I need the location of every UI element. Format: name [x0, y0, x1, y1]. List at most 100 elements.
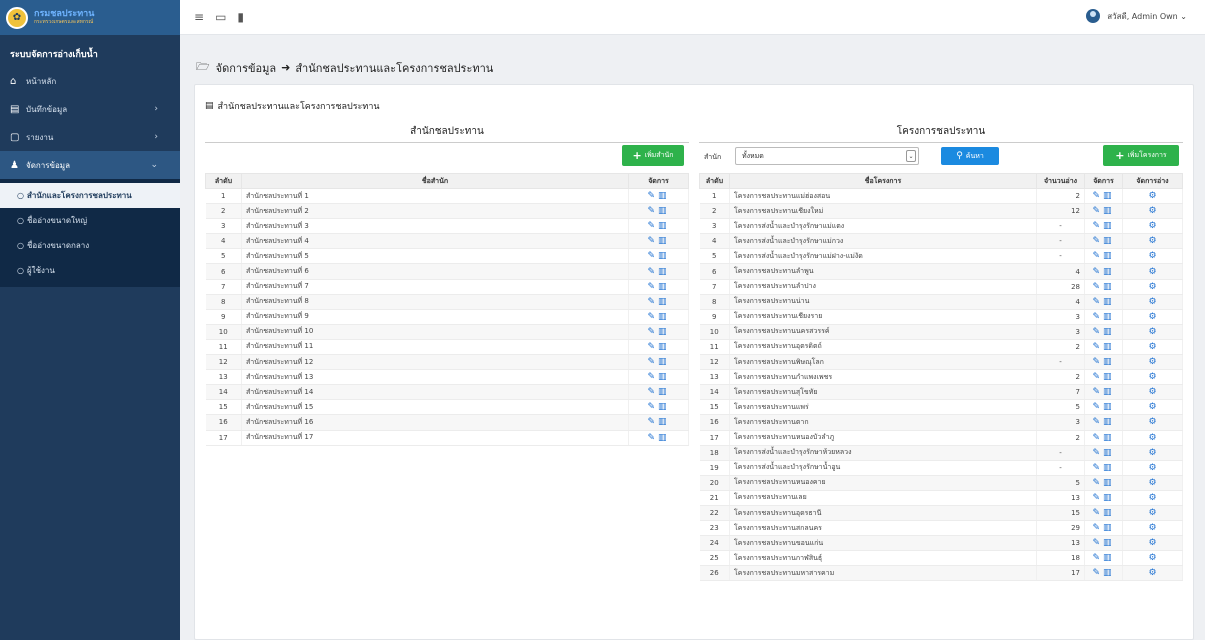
pencil-icon[interactable]: ✎ — [1092, 236, 1103, 246]
gear-icon[interactable]: ⚙ — [1148, 508, 1156, 518]
pencil-icon[interactable]: ✎ — [1092, 523, 1103, 533]
sidebar-item-manage[interactable]: ♟ จัดการข้อมูล ⌄ — [0, 151, 180, 179]
gear-icon[interactable]: ⚙ — [1148, 478, 1156, 488]
pencil-icon[interactable]: ✎ — [647, 251, 658, 261]
trash-icon[interactable]: ▥ — [1103, 463, 1115, 473]
pencil-icon[interactable]: ✎ — [1092, 357, 1103, 367]
gear-icon[interactable]: ⚙ — [1148, 568, 1156, 578]
pencil-icon[interactable]: ✎ — [1092, 538, 1103, 548]
gear-icon[interactable]: ⚙ — [1148, 417, 1156, 427]
trash-icon[interactable]: ▥ — [658, 312, 670, 322]
gear-icon[interactable]: ⚙ — [1148, 282, 1156, 292]
gear-icon[interactable]: ⚙ — [1148, 372, 1156, 382]
trash-icon[interactable]: ▥ — [658, 417, 670, 427]
pencil-icon[interactable]: ✎ — [647, 417, 658, 427]
trash-icon[interactable]: ▥ — [658, 236, 670, 246]
sidebar-item-record[interactable]: ▤ บันทึกข้อมูล › — [0, 95, 180, 123]
trash-icon[interactable]: ▥ — [1103, 191, 1115, 201]
gear-icon[interactable]: ⚙ — [1148, 523, 1156, 533]
gear-icon[interactable]: ⚙ — [1148, 206, 1156, 216]
trash-icon[interactable]: ▥ — [1103, 538, 1115, 548]
gear-icon[interactable]: ⚙ — [1148, 251, 1156, 261]
gear-icon[interactable]: ⚙ — [1148, 267, 1156, 277]
trash-icon[interactable]: ▥ — [658, 372, 670, 382]
col-header-office-name[interactable]: ชื่อสำนัก — [241, 173, 629, 189]
trash-icon[interactable]: ▥ — [1103, 297, 1115, 307]
trash-icon[interactable]: ▥ — [658, 433, 670, 443]
gear-icon[interactable]: ⚙ — [1148, 553, 1156, 563]
col-header-order[interactable]: ลำดับ — [699, 173, 730, 189]
gear-icon[interactable]: ⚙ — [1148, 312, 1156, 322]
pencil-icon[interactable]: ✎ — [1092, 463, 1103, 473]
trash-icon[interactable]: ▥ — [1103, 448, 1115, 458]
pencil-icon[interactable]: ✎ — [1092, 417, 1103, 427]
pencil-icon[interactable]: ✎ — [1092, 282, 1103, 292]
trash-icon[interactable]: ▥ — [658, 342, 670, 352]
gear-icon[interactable]: ⚙ — [1148, 342, 1156, 352]
trash-icon[interactable]: ▥ — [658, 221, 670, 231]
pencil-icon[interactable]: ✎ — [1092, 191, 1103, 201]
pencil-icon[interactable]: ✎ — [1092, 297, 1103, 307]
trash-icon[interactable]: ▥ — [1103, 221, 1115, 231]
col-header-project-name[interactable]: ชื่อโครงการ — [729, 173, 1037, 189]
user-menu[interactable]: สวัสดี, Admin Own ⌄ — [1086, 9, 1187, 23]
trash-icon[interactable]: ▥ — [658, 327, 670, 337]
brand[interactable]: ✿ กรมชลประทาน กระทรวงเกษตรและสหกรณ์ — [0, 0, 180, 35]
subnav-item-large-reservoir[interactable]: ○ ชื่ออ่างขนาดใหญ่ — [0, 208, 180, 233]
gear-icon[interactable]: ⚙ — [1148, 387, 1156, 397]
subnav-item-users[interactable]: ○ ผู้ใช้งาน — [0, 258, 180, 283]
trash-icon[interactable]: ▥ — [1103, 387, 1115, 397]
gear-icon[interactable]: ⚙ — [1148, 297, 1156, 307]
gear-icon[interactable]: ⚙ — [1148, 448, 1156, 458]
pencil-icon[interactable]: ✎ — [647, 387, 658, 397]
trash-icon[interactable]: ▥ — [658, 191, 670, 201]
pencil-icon[interactable]: ✎ — [1092, 493, 1103, 503]
pencil-icon[interactable]: ✎ — [647, 433, 658, 443]
trash-icon[interactable]: ▥ — [658, 297, 670, 307]
add-office-button[interactable]: + เพิ่มสำนัก — [622, 145, 684, 166]
pencil-icon[interactable]: ✎ — [1092, 342, 1103, 352]
pencil-icon[interactable]: ✎ — [1092, 372, 1103, 382]
trash-icon[interactable]: ▥ — [1103, 342, 1115, 352]
pencil-icon[interactable]: ✎ — [1092, 327, 1103, 337]
pencil-icon[interactable]: ✎ — [1092, 402, 1103, 412]
pencil-icon[interactable]: ✎ — [1092, 206, 1103, 216]
subnav-item-medium-reservoir[interactable]: ○ ชื่ออ่างขนาดกลาง — [0, 233, 180, 258]
trash-icon[interactable]: ▥ — [658, 206, 670, 216]
trash-icon[interactable]: ▥ — [1103, 206, 1115, 216]
trash-icon[interactable]: ▥ — [1103, 523, 1115, 533]
trash-icon[interactable]: ▥ — [1103, 251, 1115, 261]
gear-icon[interactable]: ⚙ — [1148, 433, 1156, 443]
trash-icon[interactable]: ▥ — [658, 282, 670, 292]
trash-icon[interactable]: ▥ — [1103, 417, 1115, 427]
trash-icon[interactable]: ▥ — [1103, 282, 1115, 292]
trash-icon[interactable]: ▥ — [658, 357, 670, 367]
gear-icon[interactable]: ⚙ — [1148, 538, 1156, 548]
pencil-icon[interactable]: ✎ — [647, 357, 658, 367]
pencil-icon[interactable]: ✎ — [647, 372, 658, 382]
pencil-icon[interactable]: ✎ — [1092, 478, 1103, 488]
document-icon[interactable]: ▮ — [237, 10, 244, 24]
pencil-icon[interactable]: ✎ — [1092, 433, 1103, 443]
trash-icon[interactable]: ▥ — [1103, 433, 1115, 443]
pencil-icon[interactable]: ✎ — [1092, 568, 1103, 578]
pencil-icon[interactable]: ✎ — [647, 191, 658, 201]
gear-icon[interactable]: ⚙ — [1148, 236, 1156, 246]
gear-icon[interactable]: ⚙ — [1148, 327, 1156, 337]
trash-icon[interactable]: ▥ — [658, 267, 670, 277]
search-button[interactable]: ⚲ ค้นหา — [941, 147, 999, 165]
hamburger-icon[interactable]: ≡ — [194, 10, 204, 24]
subnav-item-office-projects[interactable]: ○ สำนักและโครงการชลประทาน — [0, 183, 180, 208]
gear-icon[interactable]: ⚙ — [1148, 221, 1156, 231]
pencil-icon[interactable]: ✎ — [647, 402, 658, 412]
pencil-icon[interactable]: ✎ — [647, 327, 658, 337]
sidebar-item-report[interactable]: ▢ รายงาน › — [0, 123, 180, 151]
col-header-manage[interactable]: จัดการ — [628, 173, 689, 189]
pencil-icon[interactable]: ✎ — [647, 312, 658, 322]
pencil-icon[interactable]: ✎ — [1092, 387, 1103, 397]
pencil-icon[interactable]: ✎ — [647, 342, 658, 352]
trash-icon[interactable]: ▥ — [1103, 493, 1115, 503]
pencil-icon[interactable]: ✎ — [647, 236, 658, 246]
trash-icon[interactable]: ▥ — [658, 387, 670, 397]
trash-icon[interactable]: ▥ — [1103, 478, 1115, 488]
